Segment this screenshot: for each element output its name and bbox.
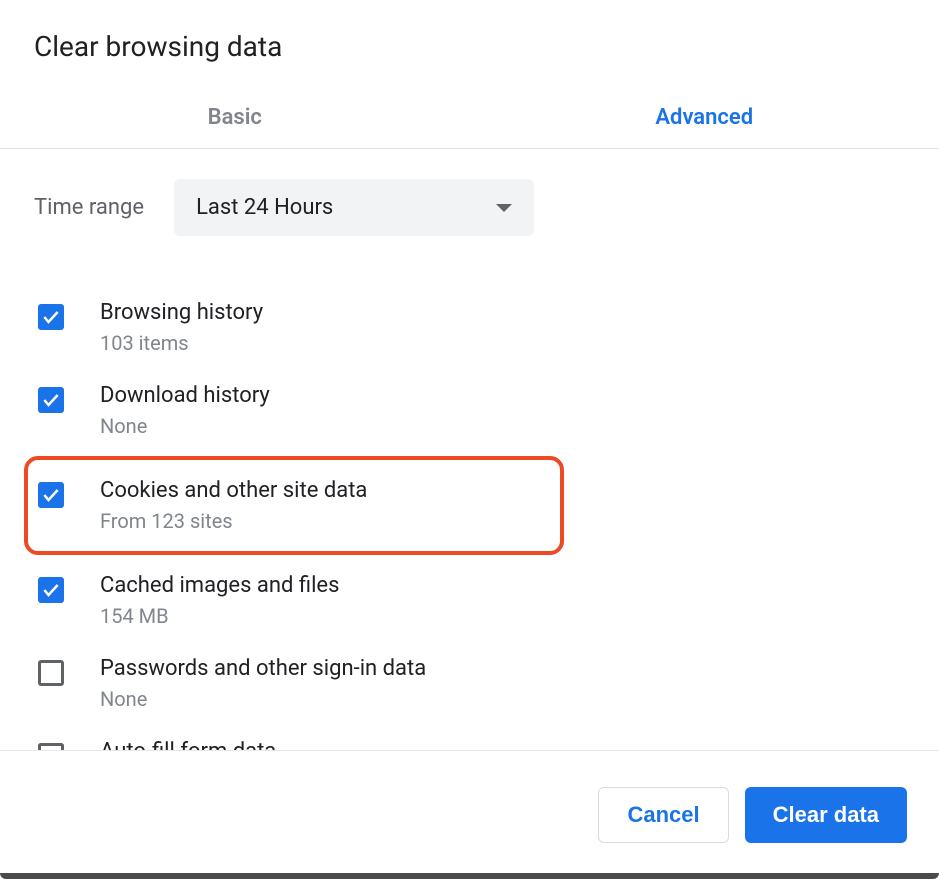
option-title: Browsing history bbox=[100, 300, 263, 325]
option-subtitle: None bbox=[100, 414, 270, 438]
option-text: Browsing history 103 items bbox=[100, 300, 263, 355]
option-subtitle: 154 MB bbox=[100, 604, 339, 628]
option-subtitle: From 123 sites bbox=[100, 509, 367, 533]
check-icon bbox=[41, 307, 61, 327]
option-text: Cookies and other site data From 123 sit… bbox=[100, 478, 367, 533]
option-download-history: Download history None bbox=[34, 369, 905, 452]
clear-browsing-data-dialog: Clear browsing data Basic Advanced Time … bbox=[0, 0, 939, 879]
tab-basic[interactable]: Basic bbox=[0, 105, 470, 148]
option-subtitle: 103 items bbox=[100, 331, 263, 355]
checkbox-cached-images[interactable] bbox=[38, 577, 64, 603]
time-range-row: Time range Last 24 Hours bbox=[34, 179, 905, 236]
option-text: Cached images and files 154 MB bbox=[100, 573, 339, 628]
option-title: Cookies and other site data bbox=[100, 478, 367, 503]
dialog-footer: Cancel Clear data bbox=[0, 750, 939, 879]
cancel-button[interactable]: Cancel bbox=[598, 787, 728, 843]
option-cached-images: Cached images and files 154 MB bbox=[34, 559, 905, 642]
tabs: Basic Advanced bbox=[0, 105, 939, 149]
time-range-value: Last 24 Hours bbox=[196, 195, 333, 220]
options-list: Browsing history 103 items Download hist… bbox=[34, 286, 905, 764]
option-title: Download history bbox=[100, 383, 270, 408]
check-icon bbox=[41, 390, 61, 410]
dialog-bottom-edge bbox=[0, 873, 939, 879]
dialog-title: Clear browsing data bbox=[0, 0, 939, 63]
option-text: Download history None bbox=[100, 383, 270, 438]
check-icon bbox=[41, 485, 61, 505]
option-title: Cached images and files bbox=[100, 573, 339, 598]
option-title: Passwords and other sign-in data bbox=[100, 656, 426, 681]
option-subtitle: None bbox=[100, 687, 426, 711]
time-range-select[interactable]: Last 24 Hours bbox=[174, 179, 534, 236]
option-cookies: Cookies and other site data From 123 sit… bbox=[24, 456, 564, 555]
chevron-down-icon bbox=[496, 204, 512, 212]
check-icon bbox=[41, 580, 61, 600]
checkbox-passwords[interactable] bbox=[38, 660, 64, 686]
checkbox-cookies[interactable] bbox=[38, 482, 64, 508]
checkbox-download-history[interactable] bbox=[38, 387, 64, 413]
option-text: Passwords and other sign-in data None bbox=[100, 656, 426, 711]
tab-advanced[interactable]: Advanced bbox=[470, 105, 939, 148]
checkbox-browsing-history[interactable] bbox=[38, 304, 64, 330]
time-range-label: Time range bbox=[34, 195, 144, 220]
clear-data-button[interactable]: Clear data bbox=[745, 787, 907, 843]
option-passwords: Passwords and other sign-in data None bbox=[34, 642, 905, 725]
option-browsing-history: Browsing history 103 items bbox=[34, 286, 905, 369]
